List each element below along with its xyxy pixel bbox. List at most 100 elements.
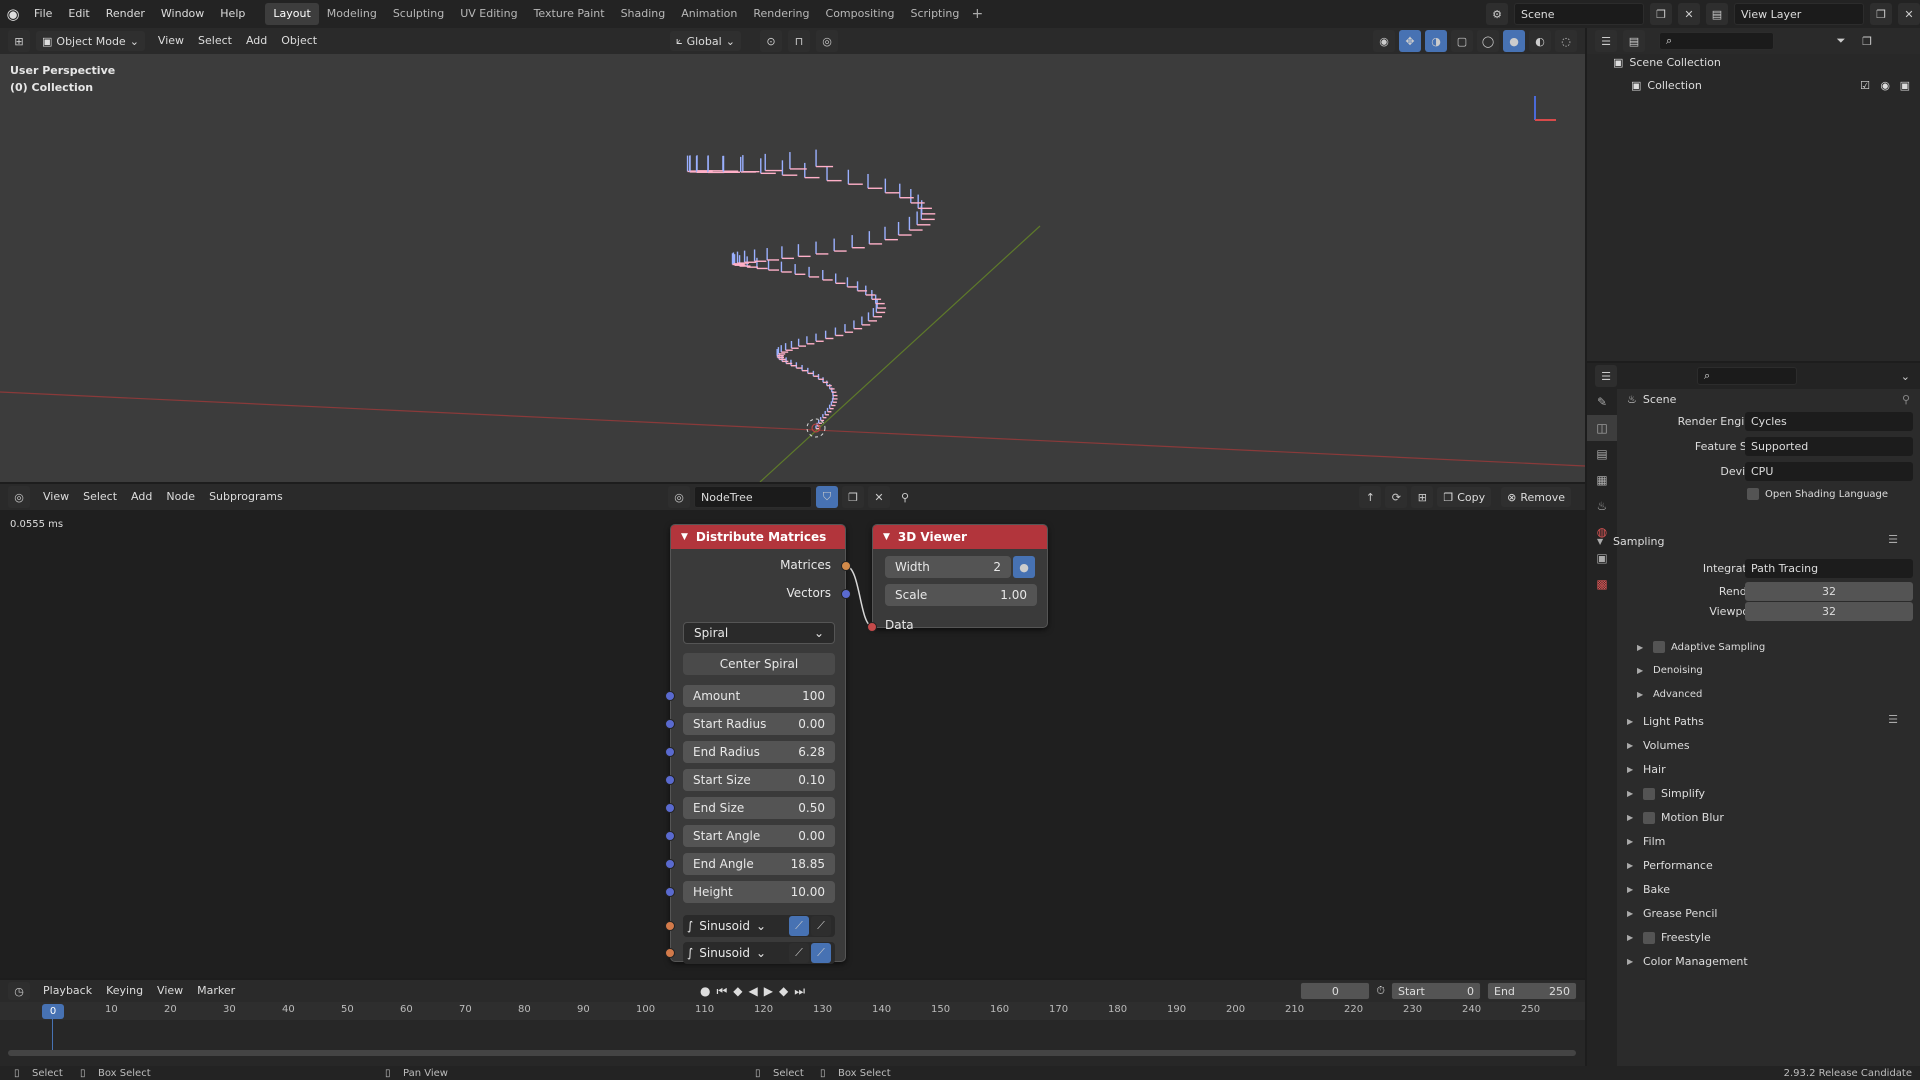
- outliner-search-input[interactable]: ⌕: [1659, 32, 1774, 50]
- delete-scene-icon[interactable]: ✕: [1678, 3, 1700, 25]
- timeline-menu-marker[interactable]: Marker: [190, 980, 242, 1002]
- ease-in-icon[interactable]: ⟋: [789, 943, 809, 963]
- play-reverse-icon[interactable]: ◀: [749, 984, 758, 999]
- jump-end-icon[interactable]: ⏭: [794, 984, 805, 999]
- osl-checkbox[interactable]: Open Shading Language: [1747, 488, 1888, 500]
- viewer-node-header[interactable]: ▼ 3D Viewer: [873, 525, 1047, 549]
- advanced-subpanel[interactable]: ▶ Advanced: [1637, 689, 1702, 700]
- tab-uv-editing[interactable]: UV Editing: [452, 3, 525, 25]
- parent-tree-icon[interactable]: ↑: [1359, 486, 1382, 508]
- properties-panel[interactable]: ▶ Color Management: [1627, 955, 1748, 968]
- output-matrices-socket[interactable]: [841, 561, 851, 571]
- menu-render[interactable]: Render: [98, 0, 153, 28]
- collapse-icon[interactable]: ▼: [883, 532, 890, 542]
- 3d-viewport[interactable]: ⊞ ▣ Object Mode ⌄ View Select Add Object ⟀…: [0, 28, 1585, 482]
- snap-node-icon[interactable]: ⊞: [1411, 486, 1434, 508]
- sampling-panel-header[interactable]: ▼ Sampling: [1597, 535, 1665, 548]
- tab-shading[interactable]: Shading: [613, 3, 674, 25]
- stopwatch-icon[interactable]: ⏱: [1376, 984, 1385, 998]
- delete-view-layer-icon[interactable]: ✕: [1898, 3, 1920, 25]
- new-collection-icon[interactable]: ❐: [1856, 30, 1878, 52]
- menu-file[interactable]: File: [26, 0, 60, 28]
- blender-logo-icon[interactable]: ◉: [0, 0, 26, 28]
- node-field[interactable]: Height 10.00: [683, 881, 835, 903]
- tab-compositing[interactable]: Compositing: [818, 3, 903, 25]
- render-samples-field[interactable]: 32: [1745, 581, 1913, 601]
- node-menu-view[interactable]: View: [36, 484, 76, 510]
- playhead[interactable]: 0: [42, 1004, 64, 1019]
- eye-icon[interactable]: ◉: [1880, 79, 1890, 92]
- device-dropdown[interactable]: CPU: [1745, 461, 1913, 481]
- properties-panel[interactable]: ▶ Performance: [1627, 859, 1713, 872]
- properties-panel[interactable]: ▶ Simplify: [1627, 787, 1705, 800]
- viewport-samples-field[interactable]: 32: [1745, 601, 1913, 621]
- scene-browse-icon[interactable]: ⚙: [1486, 3, 1508, 25]
- properties-panel[interactable]: ▶ Freestyle: [1627, 931, 1711, 944]
- node-field[interactable]: Amount 100: [683, 685, 835, 707]
- play-icon[interactable]: ▶: [764, 984, 773, 999]
- presets-list-icon[interactable]: ☰: [1888, 533, 1898, 546]
- tab-rendering[interactable]: Rendering: [745, 3, 817, 25]
- refresh-icon[interactable]: ⟳: [1385, 486, 1408, 508]
- adaptive-checkbox[interactable]: [1653, 641, 1665, 653]
- distribute-matrices-node[interactable]: ▼ Distribute Matrices Matrices Vectors Sp…: [665, 524, 851, 964]
- viewer-toggle-icon[interactable]: ●: [1013, 556, 1035, 578]
- tab-scripting[interactable]: Scripting: [902, 3, 967, 25]
- properties-panel[interactable]: ▶ Hair: [1627, 763, 1666, 776]
- collapse-icon[interactable]: ▼: [681, 532, 688, 542]
- node-menu-select[interactable]: Select: [76, 484, 124, 510]
- adaptive-sampling-subpanel[interactable]: ▶ Adaptive Sampling: [1637, 641, 1765, 653]
- input-data-socket[interactable]: [867, 622, 877, 632]
- input-socket[interactable]: [665, 803, 675, 813]
- next-keyframe-icon[interactable]: ◆: [779, 984, 788, 999]
- curve2-dropdown[interactable]: ∫ Sinusoid ⌄: [687, 946, 766, 960]
- input-socket[interactable]: [665, 859, 675, 869]
- properties-panel[interactable]: ▶ Volumes: [1627, 739, 1690, 752]
- node-tree-browse-icon[interactable]: ◎: [668, 486, 690, 508]
- node-field[interactable]: End Angle 18.85: [683, 853, 835, 875]
- denoising-subpanel[interactable]: ▶ Denoising: [1637, 665, 1703, 676]
- menu-help[interactable]: Help: [212, 0, 253, 28]
- node-field[interactable]: Start Radius 0.00: [683, 713, 835, 735]
- exclude-checkbox-icon[interactable]: ☑: [1860, 79, 1870, 92]
- prev-keyframe-icon[interactable]: ◆: [733, 984, 742, 999]
- node-field[interactable]: Start Angle 0.00: [683, 825, 835, 847]
- output-vectors-socket[interactable]: [841, 589, 851, 599]
- tab-modeling[interactable]: Modeling: [319, 3, 385, 25]
- timeline[interactable]: ◷ Playback Keying View Marker ● ⏮ ◆ ◀ ▶ …: [0, 980, 1585, 1066]
- properties-panel[interactable]: ▶ Grease Pencil: [1627, 907, 1717, 920]
- timeline-menu-playback[interactable]: Playback: [36, 980, 99, 1002]
- tab-animation[interactable]: Animation: [673, 3, 745, 25]
- properties-panel[interactable]: ▶ Motion Blur: [1627, 811, 1724, 824]
- axis-navigation-gizmo[interactable]: [1534, 96, 1556, 121]
- input-socket[interactable]: [665, 747, 675, 757]
- ease-in-icon[interactable]: ⟋: [789, 916, 809, 936]
- tab-texture-paint[interactable]: Texture Paint: [526, 3, 613, 25]
- input-socket[interactable]: [665, 719, 675, 729]
- remove-button[interactable]: ⊗ Remove: [1501, 487, 1571, 507]
- editor-type-icon[interactable]: ◷: [8, 982, 30, 1000]
- copy-button[interactable]: ❐ Copy: [1437, 487, 1492, 507]
- editor-type-icon[interactable]: ◎: [8, 486, 30, 508]
- curve2-input-socket[interactable]: [665, 948, 675, 958]
- node-field[interactable]: End Radius 6.28: [683, 741, 835, 763]
- fake-user-icon[interactable]: ⛉: [816, 486, 838, 508]
- node-menu-node[interactable]: Node: [159, 484, 202, 510]
- scene-field[interactable]: Scene: [1514, 3, 1644, 25]
- timeline-menu-view[interactable]: View: [150, 980, 190, 1002]
- new-scene-icon[interactable]: ❐: [1650, 3, 1672, 25]
- node-tree-name-field[interactable]: NodeTree: [694, 486, 812, 508]
- jump-start-icon[interactable]: ⏮: [716, 984, 727, 999]
- editor-type-icon[interactable]: ☰: [1595, 30, 1617, 52]
- filter-icon[interactable]: ⏷: [1830, 30, 1852, 52]
- 3d-viewer-node[interactable]: ▼ 3D Viewer Width 2 ● Scale 1.00 Data: [867, 524, 1048, 632]
- properties-panel[interactable]: ▶ Bake: [1627, 883, 1670, 896]
- unlink-tree-icon[interactable]: ✕: [868, 486, 890, 508]
- menu-edit[interactable]: Edit: [60, 0, 97, 28]
- timeline-menu-keying[interactable]: Keying: [99, 980, 150, 1002]
- tab-sculpting[interactable]: Sculpting: [385, 3, 452, 25]
- add-workspace-icon[interactable]: +: [967, 6, 987, 22]
- integrator-dropdown[interactable]: Path Tracing: [1745, 558, 1913, 578]
- width-field[interactable]: Width 2: [885, 556, 1011, 578]
- ease-out-icon[interactable]: ⟋: [811, 943, 831, 963]
